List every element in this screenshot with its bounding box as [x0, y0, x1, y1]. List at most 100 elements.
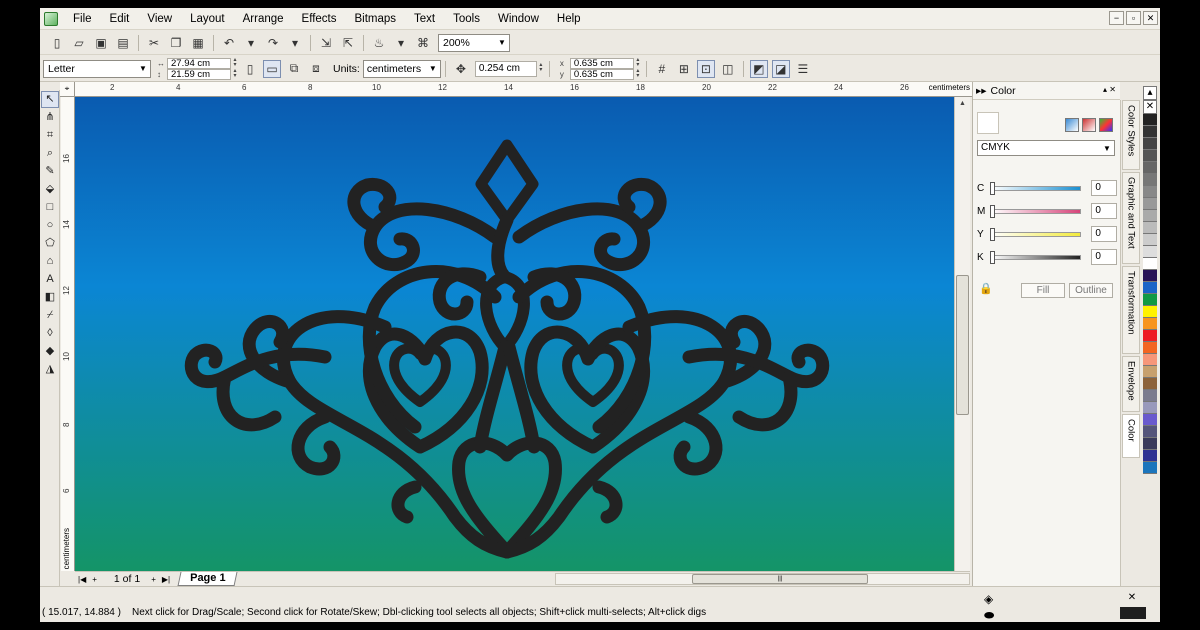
- slider-value-field[interactable]: 0: [1091, 203, 1117, 219]
- tab-color[interactable]: Color: [1122, 414, 1140, 458]
- slider-value-field[interactable]: 0: [1091, 249, 1117, 265]
- docker-close-icon[interactable]: ▴ ✕: [1103, 85, 1116, 94]
- pick-tool-icon[interactable]: ↖: [41, 91, 59, 108]
- palette-swatch[interactable]: [1143, 414, 1157, 426]
- menu-window[interactable]: Window: [489, 8, 548, 30]
- import-icon[interactable]: ⇲: [317, 34, 335, 52]
- ellipse-tool-icon[interactable]: ○: [41, 217, 59, 234]
- outline-indicator-icon[interactable]: ⬬: [984, 608, 994, 622]
- duplicate-x-spinner[interactable]: ▴ ▾: [634, 57, 642, 69]
- paper-height-field[interactable]: 21.59 cm: [167, 68, 231, 80]
- treat-as-filled-icon[interactable]: ◩: [749, 59, 768, 78]
- zoom-tool-icon[interactable]: ⌕: [41, 145, 59, 162]
- palette-swatch[interactable]: [1143, 402, 1157, 414]
- first-page-icon[interactable]: |◀: [75, 575, 89, 584]
- palette-swatch[interactable]: [1143, 222, 1157, 234]
- redo-dropdown-icon[interactable]: ▾: [286, 34, 304, 52]
- interactive-blend-tool-icon[interactable]: ◧: [41, 289, 59, 306]
- menu-bitmaps[interactable]: Bitmaps: [345, 8, 405, 30]
- palette-swatch[interactable]: [1143, 330, 1157, 342]
- undo-icon[interactable]: ↶: [220, 34, 238, 52]
- landscape-icon[interactable]: ▭: [263, 59, 281, 78]
- last-page-icon[interactable]: ▶|: [159, 575, 173, 584]
- collapse-icon[interactable]: ▸▸: [976, 85, 987, 97]
- snap-to-objects-icon[interactable]: ⊡: [696, 59, 715, 78]
- palette-swatch[interactable]: [1143, 174, 1157, 186]
- copy-icon[interactable]: ❐: [167, 34, 185, 52]
- menu-layout[interactable]: Layout: [181, 8, 234, 30]
- palette-swatch[interactable]: [1143, 318, 1157, 330]
- nudge-spinner[interactable]: ▴ ▾: [537, 62, 545, 74]
- undo-dropdown-icon[interactable]: ▾: [242, 34, 260, 52]
- palette-swatch[interactable]: [1143, 234, 1157, 246]
- slider-value-field[interactable]: 0: [1091, 226, 1117, 242]
- page-tab[interactable]: Page 1: [177, 572, 239, 586]
- scroll-up-icon[interactable]: ▲: [955, 97, 970, 111]
- basic-shapes-tool-icon[interactable]: ⌂: [41, 253, 59, 270]
- slider-value-field[interactable]: 0: [1091, 180, 1117, 196]
- outline-button[interactable]: Outline: [1069, 283, 1113, 298]
- paper-type-select[interactable]: Letter ▼: [43, 59, 151, 78]
- nudge-distance-field[interactable]: 0.254 cm: [474, 60, 537, 77]
- horizontal-scroll-thumb[interactable]: |||: [692, 574, 868, 584]
- width-spinner[interactable]: ▴ ▾: [231, 57, 239, 69]
- fill-indicator-icon[interactable]: ◈: [984, 592, 993, 606]
- slider-thumb[interactable]: [989, 250, 995, 264]
- freehand-tool-icon[interactable]: ✎: [41, 163, 59, 180]
- horizontal-scrollbar[interactable]: |||: [555, 573, 970, 585]
- redo-icon[interactable]: ↷: [264, 34, 282, 52]
- fill-button[interactable]: Fill: [1021, 283, 1065, 298]
- all-pages-icon[interactable]: ⧉: [285, 60, 303, 78]
- palette-swatch[interactable]: [1143, 282, 1157, 294]
- palette-scroll-up-icon[interactable]: ▴: [1143, 86, 1157, 100]
- menu-effects[interactable]: Effects: [293, 8, 346, 30]
- palette-swatch[interactable]: [1143, 138, 1157, 150]
- crop-tool-icon[interactable]: ⌗: [41, 127, 59, 144]
- interactive-fill-tool-icon[interactable]: ◮: [41, 361, 59, 378]
- tab-graphic-and-text[interactable]: Graphic and Text: [1122, 172, 1140, 264]
- slider-track[interactable]: [989, 250, 1082, 264]
- application-launcher-icon[interactable]: ♨: [370, 34, 388, 52]
- minimize-button[interactable]: −: [1109, 11, 1124, 25]
- menu-arrange[interactable]: Arrange: [234, 8, 293, 30]
- tab-color-styles[interactable]: Color Styles: [1122, 100, 1140, 170]
- no-color-swatch-icon[interactable]: ✕: [1143, 100, 1157, 114]
- app-logo-icon[interactable]: [44, 11, 58, 26]
- palette-swatch[interactable]: [1143, 270, 1157, 282]
- polygon-tool-icon[interactable]: ⬠: [41, 235, 59, 252]
- launcher-dropdown-icon[interactable]: ▾: [392, 34, 410, 52]
- palette-swatch[interactable]: [1143, 450, 1157, 462]
- cut-icon[interactable]: ✂: [145, 34, 163, 52]
- palette-swatch[interactable]: [1143, 462, 1157, 474]
- slider-track[interactable]: [989, 204, 1082, 218]
- print-icon[interactable]: ▤: [114, 34, 132, 52]
- export-icon[interactable]: ⇱: [339, 34, 357, 52]
- color-model-select[interactable]: CMYK ▼: [977, 140, 1115, 156]
- vertical-scrollbar[interactable]: ▲: [954, 97, 970, 571]
- units-select[interactable]: centimeters ▼: [362, 59, 441, 78]
- tab-transformation[interactable]: Transformation: [1122, 266, 1140, 354]
- palette-swatch[interactable]: [1143, 246, 1157, 258]
- ornament-drawing[interactable]: [75, 97, 954, 571]
- slider-thumb[interactable]: [989, 181, 995, 195]
- ruler-origin-icon[interactable]: ⌖: [60, 82, 75, 97]
- height-spinner[interactable]: ▴ ▾: [231, 68, 239, 80]
- slider-track[interactable]: [989, 227, 1082, 241]
- palette-swatch[interactable]: [1143, 258, 1157, 270]
- outline-tool-icon[interactable]: ◊: [41, 325, 59, 342]
- welcome-screen-icon[interactable]: ⌘: [414, 34, 432, 52]
- horizontal-ruler[interactable]: 2 4 6 8 10 12 14 16 18 20 22 24 26 centi…: [60, 82, 972, 97]
- slider-thumb[interactable]: [989, 227, 995, 241]
- palette-swatch[interactable]: [1143, 162, 1157, 174]
- smart-fill-tool-icon[interactable]: ⬙: [41, 181, 59, 198]
- menu-text[interactable]: Text: [405, 8, 444, 30]
- close-button[interactable]: ✕: [1143, 11, 1158, 25]
- vertical-ruler[interactable]: 16 14 12 10 8 6 centimeters: [61, 97, 75, 571]
- paper-width-field[interactable]: 27.94 cm: [167, 57, 231, 69]
- snap-to-guidelines-icon[interactable]: ⊞: [675, 60, 693, 78]
- save-icon[interactable]: ▣: [92, 34, 110, 52]
- fill-tool-icon[interactable]: ◆: [41, 343, 59, 360]
- snap-to-grid-icon[interactable]: #: [653, 60, 671, 78]
- palette-swatch[interactable]: [1143, 366, 1157, 378]
- palette-swatch[interactable]: [1143, 210, 1157, 222]
